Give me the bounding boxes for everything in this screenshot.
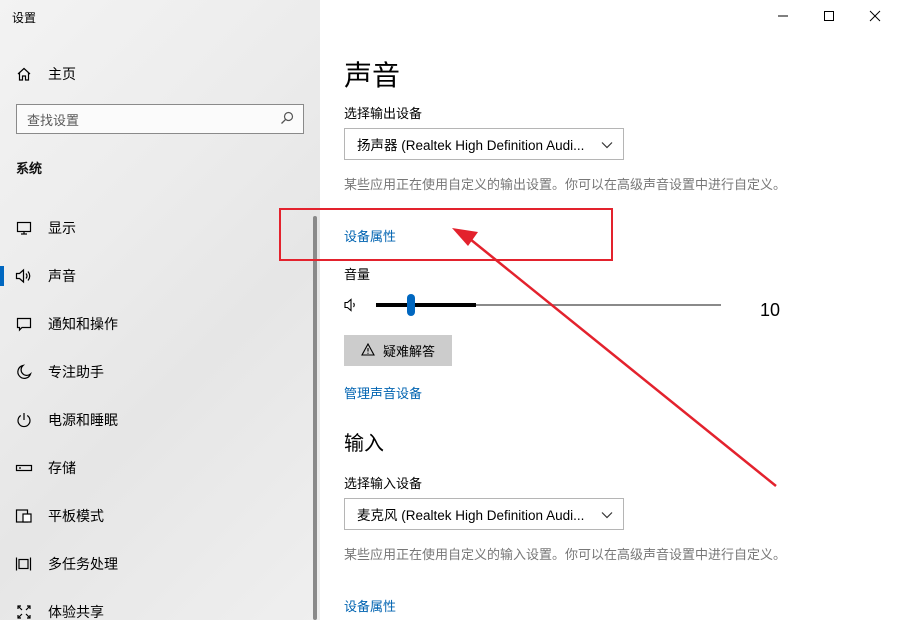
storage-icon (0, 460, 48, 476)
sidebar-item-label: 声音 (48, 268, 76, 284)
volume-value: 10 (760, 300, 781, 320)
app-title: 设置 (12, 11, 37, 25)
sidebar-item-sound[interactable]: 声音 (0, 252, 320, 300)
input-description: 某些应用正在使用自定义的输入设置。你可以在高级声音设置中进行自定义。 (344, 547, 787, 562)
moon-icon (0, 364, 48, 380)
input-section-heading: 输入 (344, 433, 384, 455)
output-device-value: 扬声器 (Realtek High Definition Audi... (357, 138, 585, 153)
tablet-icon (0, 508, 48, 524)
sidebar-item-label: 电源和睡眠 (48, 412, 118, 428)
sidebar-item-label: 存储 (48, 460, 76, 476)
volume-slider-thumb[interactable] (406, 294, 415, 316)
input-device-value: 麦克风 (Realtek High Definition Audi... (357, 508, 585, 523)
nav-list: 显示 声音 通知和操作 专注助手 电源和睡眠 存储 平板模式 多任务处理 体验共… (0, 204, 320, 620)
search-input[interactable]: 查找设置 (16, 104, 304, 134)
sidebar-item-label: 显示 (48, 220, 76, 236)
main-content: 声音 选择输出设备 扬声器 (Realtek High Definition A… (320, 0, 898, 620)
sidebar-item-label: 专注助手 (48, 364, 104, 380)
troubleshoot-label: 疑难解答 (382, 344, 435, 359)
sidebar-scrollbar[interactable] (313, 216, 317, 620)
output-device-dropdown[interactable]: 扬声器 (Realtek High Definition Audi... (344, 128, 624, 160)
warning-icon (361, 342, 375, 359)
share-icon (0, 604, 48, 620)
search-placeholder: 查找设置 (27, 112, 80, 128)
sidebar-item-storage[interactable]: 存储 (0, 444, 320, 492)
sidebar-item-tablet-mode[interactable]: 平板模式 (0, 492, 320, 540)
input-device-properties-link[interactable]: 设备属性 (344, 596, 396, 615)
sidebar-item-power[interactable]: 电源和睡眠 (0, 396, 320, 444)
nav-home-label: 主页 (48, 66, 76, 82)
sidebar-item-label: 体验共享 (48, 604, 104, 620)
sidebar-item-label: 平板模式 (48, 508, 104, 524)
volume-slider-row (344, 294, 784, 318)
output-device-label: 选择输出设备 (344, 106, 423, 121)
input-device-label: 选择输入设备 (344, 476, 423, 491)
display-icon (0, 220, 48, 236)
sidebar: 设置 主页 查找设置 系统 显示 声音 通知和操作 专注助手 电源和睡眠 存储 … (0, 0, 320, 620)
home-icon (0, 66, 48, 82)
page-title: 声音 (344, 60, 401, 91)
nav-home[interactable]: 主页 (0, 56, 320, 92)
output-description: 某些应用正在使用自定义的输出设置。你可以在高级声音设置中进行自定义。 (344, 177, 787, 192)
sidebar-item-notifications[interactable]: 通知和操作 (0, 300, 320, 348)
volume-label: 音量 (344, 267, 371, 282)
sidebar-item-focus-assist[interactable]: 专注助手 (0, 348, 320, 396)
sidebar-item-label: 多任务处理 (48, 556, 118, 572)
input-device-dropdown[interactable]: 麦克风 (Realtek High Definition Audi... (344, 498, 624, 530)
notification-icon (0, 316, 48, 332)
chevron-down-icon (601, 507, 613, 522)
section-title: 系统 (16, 161, 43, 176)
troubleshoot-button[interactable]: 疑难解答 (344, 335, 452, 366)
sidebar-item-multitasking[interactable]: 多任务处理 (0, 540, 320, 588)
power-icon (0, 412, 48, 428)
manage-sound-devices-link[interactable]: 管理声音设备 (344, 383, 422, 402)
volume-slider-fill (376, 303, 476, 307)
multitask-icon (0, 556, 48, 572)
sidebar-item-label: 通知和操作 (48, 316, 118, 332)
annotation-highlight-box (279, 208, 613, 261)
chevron-down-icon (601, 137, 613, 152)
sidebar-item-shared-experiences[interactable]: 体验共享 (0, 588, 320, 620)
search-icon (279, 110, 295, 129)
speaker-icon (0, 268, 48, 284)
sidebar-item-display[interactable]: 显示 (0, 204, 320, 252)
speaker-icon[interactable] (344, 298, 360, 317)
